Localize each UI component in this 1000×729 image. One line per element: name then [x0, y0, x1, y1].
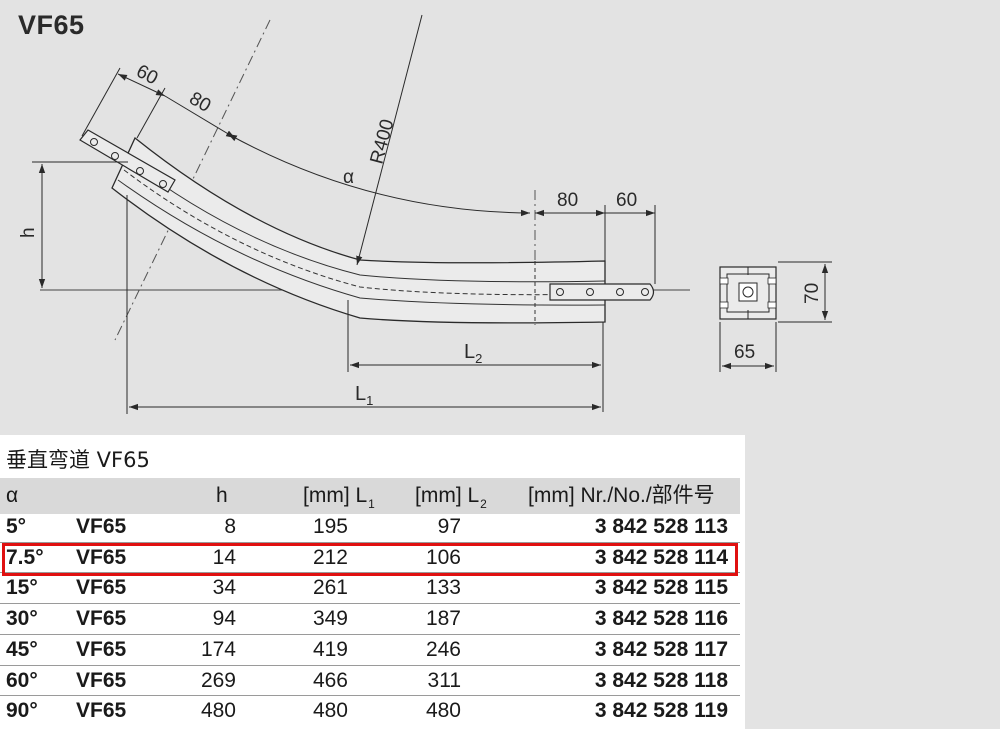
cell-L2: 480 [425, 699, 461, 723]
cell-h: 34 [212, 576, 236, 600]
cell-L2: 133 [425, 576, 461, 600]
cell-L1: 349 [312, 607, 348, 631]
profile-cross-section [719, 266, 777, 320]
cell-L1: 261 [312, 576, 348, 600]
cell-model: VF65 [76, 668, 127, 692]
extension-line [81, 67, 121, 137]
alpha-label: α [343, 167, 354, 188]
cell-alpha: 60° [6, 668, 38, 692]
cell-model: VF65 [76, 576, 127, 600]
header-alpha: α [6, 484, 19, 507]
cell-part-no: 3 842 528 117 [594, 637, 728, 661]
cell-part-no: 3 842 528 116 [594, 607, 728, 631]
header-h: h [216, 484, 228, 507]
L2-label: L2 [464, 341, 482, 366]
dim-60-top-label: 60 [133, 61, 162, 89]
L1-label: L1 [355, 383, 373, 408]
cell-h: 174 [200, 637, 236, 661]
cell-L2: 187 [425, 607, 461, 631]
extension-line [136, 87, 166, 139]
cell-L2: 311 [427, 668, 461, 692]
header-part-no: [mm] Nr./No./部件号 [528, 484, 715, 507]
cell-h: 94 [212, 607, 236, 631]
dim-80-right-label: 80 [557, 190, 578, 211]
cell-model: VF65 [76, 515, 127, 538]
cell-L2: 246 [425, 637, 461, 661]
product-title: VF65 [18, 10, 85, 40]
cell-alpha: 90° [6, 699, 38, 723]
cell-h: 480 [200, 699, 236, 723]
cell-part-no: 3 842 528 118 [594, 668, 728, 692]
cell-h: 269 [200, 668, 236, 692]
dim-60-right-label: 60 [616, 190, 637, 211]
cell-L1: 419 [312, 637, 348, 661]
highlighted-row-frame [2, 543, 738, 576]
dim-80-top-label: 80 [186, 88, 215, 117]
cell-L2: 97 [437, 515, 461, 538]
cell-model: VF65 [76, 699, 127, 723]
cell-h: 8 [224, 515, 236, 538]
cell-alpha: 30° [6, 607, 38, 631]
cell-alpha: 15° [6, 576, 38, 600]
table-caption: 垂直弯道 VF65 [6, 448, 150, 472]
cell-part-no: 3 842 528 113 [594, 515, 728, 538]
cell-L1: 480 [312, 699, 348, 723]
profile-height-label: 70 [802, 283, 823, 304]
cell-L1: 466 [312, 668, 348, 692]
cell-L1: 195 [312, 515, 348, 538]
cell-part-no: 3 842 528 115 [594, 576, 728, 600]
cell-alpha: 45° [6, 637, 38, 661]
right-connector-plate [549, 283, 655, 301]
h-label: h [18, 227, 39, 238]
radius-label: R400 [367, 117, 399, 166]
cell-alpha: 5° [6, 515, 27, 538]
cell-part-no: 3 842 528 119 [594, 699, 728, 723]
profile-width-label: 65 [734, 342, 755, 363]
cell-model: VF65 [76, 637, 127, 661]
technical-drawing: R400 α 60 80 80 60 h L2 L1 70 65 [18, 14, 832, 414]
cell-model: VF65 [76, 607, 127, 631]
